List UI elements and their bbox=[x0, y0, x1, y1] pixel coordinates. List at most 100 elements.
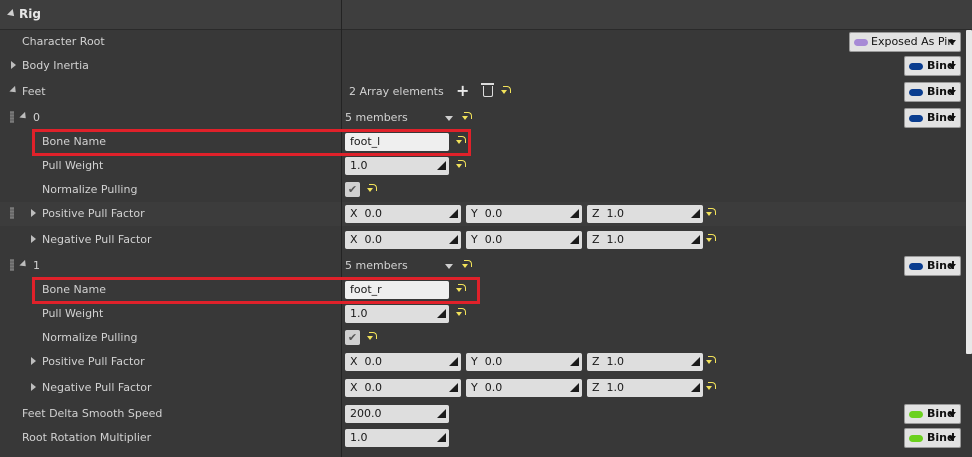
bind-type-icon bbox=[909, 63, 923, 70]
drag-value-icon[interactable] bbox=[449, 209, 458, 218]
normalize-pulling-label: Normalize Pulling bbox=[42, 331, 138, 344]
bind-dropdown[interactable]: Bind bbox=[904, 82, 961, 102]
reset-to-default-icon[interactable] bbox=[367, 184, 378, 193]
reset-to-default-icon[interactable] bbox=[706, 208, 717, 217]
root-rotation-multiplier-field[interactable]: 1.0 bbox=[345, 429, 449, 447]
reset-to-default-icon[interactable] bbox=[501, 86, 512, 95]
y-field[interactable]: Y 0.0 bbox=[466, 231, 582, 249]
members-dropdown[interactable]: 5 members bbox=[345, 259, 408, 272]
drag-value-icon[interactable] bbox=[570, 383, 579, 392]
drag-value-icon[interactable] bbox=[449, 383, 458, 392]
y-field[interactable]: Y 0.0 bbox=[466, 205, 582, 223]
chevron-down-icon bbox=[948, 90, 956, 95]
reset-to-default-icon[interactable] bbox=[456, 136, 467, 145]
bone-name-field[interactable]: foot_r bbox=[345, 281, 449, 299]
bone-name-row: Bone Name foot_r bbox=[0, 278, 972, 302]
drag-value-icon[interactable] bbox=[437, 433, 446, 442]
column-divider[interactable] bbox=[341, 0, 342, 457]
members-dropdown[interactable]: 5 members bbox=[345, 111, 408, 124]
drag-value-icon[interactable] bbox=[437, 309, 446, 318]
bind-dropdown[interactable]: Bind bbox=[904, 256, 961, 276]
negative-pull-factor-row: Negative Pull Factor X 0.0 Y 0.0 Z 1.0 bbox=[0, 228, 972, 252]
drag-value-icon[interactable] bbox=[449, 235, 458, 244]
collapse-arrow-icon[interactable] bbox=[19, 111, 29, 122]
x-field[interactable]: X 0.0 bbox=[345, 353, 461, 371]
y-axis-label: Y bbox=[471, 355, 478, 368]
positive-pull-factor-label: Positive Pull Factor bbox=[42, 355, 145, 368]
z-field[interactable]: Z 1.0 bbox=[587, 379, 703, 397]
bind-dropdown[interactable]: Bind bbox=[904, 404, 961, 424]
drag-value-icon[interactable] bbox=[570, 357, 579, 366]
trash-icon[interactable] bbox=[481, 83, 494, 97]
pull-weight-field[interactable]: 1.0 bbox=[345, 305, 449, 323]
bind-type-icon bbox=[909, 89, 923, 96]
reset-to-default-icon[interactable] bbox=[462, 260, 473, 269]
drag-value-icon[interactable] bbox=[437, 409, 446, 418]
pull-weight-field[interactable]: 1.0 bbox=[345, 157, 449, 175]
bind-dropdown[interactable]: Bind bbox=[904, 428, 961, 448]
chevron-down-icon bbox=[948, 64, 956, 69]
y-field[interactable]: Y 0.0 bbox=[466, 379, 582, 397]
drag-handle-icon[interactable] bbox=[10, 111, 14, 123]
chevron-down-icon[interactable] bbox=[445, 116, 453, 121]
collapse-arrow-icon[interactable] bbox=[9, 85, 19, 96]
expand-arrow-icon[interactable] bbox=[31, 209, 36, 217]
bind-dropdown[interactable]: Bind bbox=[904, 56, 961, 76]
expand-arrow-icon[interactable] bbox=[11, 61, 16, 69]
expand-arrow-icon[interactable] bbox=[31, 235, 36, 243]
scrollbar[interactable] bbox=[966, 30, 972, 354]
pull-weight-label: Pull Weight bbox=[42, 307, 104, 320]
z-value: 1.0 bbox=[606, 355, 625, 368]
drag-handle-icon[interactable] bbox=[10, 207, 14, 219]
normalize-pulling-label: Normalize Pulling bbox=[42, 183, 138, 196]
drag-value-icon[interactable] bbox=[691, 357, 700, 366]
chevron-down-icon[interactable] bbox=[445, 264, 453, 269]
bone-name-field[interactable]: foot_l bbox=[345, 133, 449, 151]
feet-delta-smooth-speed-field[interactable]: 200.0 bbox=[345, 405, 449, 423]
pull-weight-row: Pull Weight 1.0 bbox=[0, 302, 972, 326]
reset-to-default-icon[interactable] bbox=[456, 308, 467, 317]
z-value: 1.0 bbox=[606, 233, 625, 246]
x-field[interactable]: X 0.0 bbox=[345, 231, 461, 249]
exposed-as-pin-dropdown[interactable]: Exposed As Pin bbox=[849, 32, 961, 52]
reset-to-default-icon[interactable] bbox=[706, 382, 717, 391]
reset-to-default-icon[interactable] bbox=[706, 234, 717, 243]
z-field[interactable]: Z 1.0 bbox=[587, 353, 703, 371]
drag-value-icon[interactable] bbox=[570, 209, 579, 218]
add-element-icon[interactable]: + bbox=[456, 83, 469, 99]
positive-pull-factor-row: Positive Pull Factor X 0.0 Y 0.0 Z 1.0 bbox=[0, 350, 972, 374]
drag-value-icon[interactable] bbox=[449, 357, 458, 366]
reset-to-default-icon[interactable] bbox=[456, 284, 467, 293]
collapse-arrow-icon[interactable] bbox=[19, 259, 29, 270]
x-axis-label: X bbox=[350, 355, 358, 368]
drag-value-icon[interactable] bbox=[691, 383, 700, 392]
feet-row: Feet 2 Array elements + Bind bbox=[0, 80, 972, 104]
drag-value-icon[interactable] bbox=[691, 209, 700, 218]
chevron-down-icon bbox=[948, 436, 956, 441]
expand-arrow-icon[interactable] bbox=[7, 9, 17, 19]
reset-to-default-icon[interactable] bbox=[367, 332, 378, 341]
element-index: 0 bbox=[33, 111, 40, 124]
expand-arrow-icon[interactable] bbox=[31, 383, 36, 391]
rig-section-header[interactable]: Rig bbox=[0, 0, 972, 30]
z-field[interactable]: Z 1.0 bbox=[587, 231, 703, 249]
z-axis-label: Z bbox=[592, 233, 600, 246]
drag-value-icon[interactable] bbox=[570, 235, 579, 244]
drag-handle-icon[interactable] bbox=[10, 259, 14, 271]
y-field[interactable]: Y 0.0 bbox=[466, 353, 582, 371]
expand-arrow-icon[interactable] bbox=[31, 357, 36, 365]
x-field[interactable]: X 0.0 bbox=[345, 205, 461, 223]
z-value: 1.0 bbox=[606, 207, 625, 220]
normalize-pulling-checkbox[interactable]: ✔ bbox=[345, 182, 360, 197]
drag-value-icon[interactable] bbox=[691, 235, 700, 244]
x-field[interactable]: X 0.0 bbox=[345, 379, 461, 397]
normalize-pulling-checkbox[interactable]: ✔ bbox=[345, 330, 360, 345]
bind-dropdown[interactable]: Bind bbox=[904, 108, 961, 128]
reset-to-default-icon[interactable] bbox=[706, 356, 717, 365]
reset-to-default-icon[interactable] bbox=[456, 160, 467, 169]
normalize-pulling-row: Normalize Pulling ✔ bbox=[0, 178, 972, 202]
drag-value-icon[interactable] bbox=[437, 161, 446, 170]
reset-to-default-icon[interactable] bbox=[462, 112, 473, 121]
z-field[interactable]: Z 1.0 bbox=[587, 205, 703, 223]
bind-type-icon bbox=[909, 115, 923, 122]
